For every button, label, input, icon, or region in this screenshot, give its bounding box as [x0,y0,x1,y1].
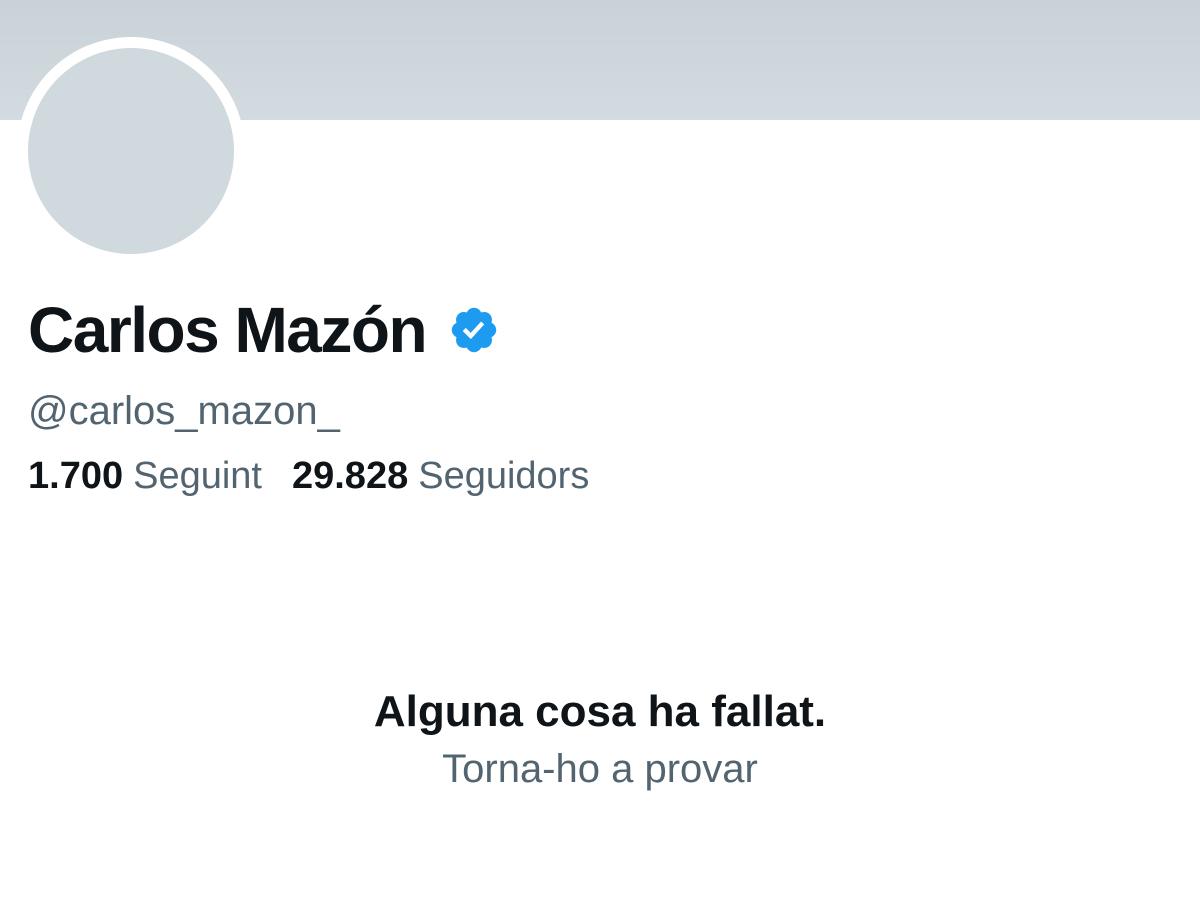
following-link[interactable]: 1.700 Seguint [28,452,262,500]
avatar[interactable] [28,48,234,254]
display-name: Carlos Mazón [28,294,428,366]
profile-stats: 1.700 Seguint 29.828 Seguidors [28,452,589,500]
followers-link[interactable]: 29.828 Seguidors [292,452,589,500]
retry-button[interactable]: Torna-ho a provar [442,744,758,794]
followers-label: Seguidors [418,455,590,497]
followers-count: 29.828 [291,455,409,497]
error-state: Alguna cosa ha fallat. Torna-ho a provar [0,684,1200,794]
following-count: 1.700 [28,455,124,497]
following-label: Seguint [133,455,262,497]
profile-handle: @carlos_mazon_ [28,389,340,433]
verified-badge-icon[interactable] [448,304,500,356]
profile-name-row: Carlos Mazón [28,292,500,368]
error-title: Alguna cosa ha fallat. [373,687,827,736]
